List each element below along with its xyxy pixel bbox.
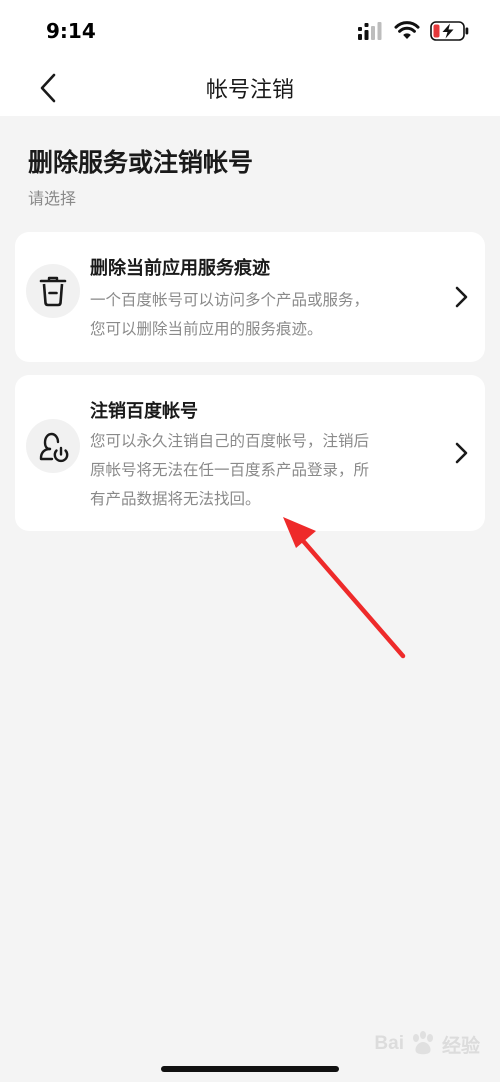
icon-circle [26,264,80,318]
wifi-icon [394,21,420,39]
nav-bar: 帐号注销 [0,60,500,116]
section-subtitle: 请选择 [28,189,77,208]
paw-icon [412,1031,433,1055]
battery-charging-icon [430,21,469,41]
cellular-signal-icon [358,22,382,40]
delete-service-traces-option[interactable]: 删除当前应用服务痕迹 一个百度帐号可以访问多个产品或服务，您可以删除当前应用的服… [15,232,485,362]
section-heading: 删除服务或注销帐号 [28,148,254,177]
chevron-right-icon [455,442,468,464]
status-time: 9:14 [46,19,96,43]
trash-icon [39,276,67,307]
baidu-jingyan-watermark: Bai 经验 [374,1024,480,1064]
status-bar: 9:14 [0,0,500,60]
icon-circle [26,419,80,473]
watermark-text-right: 经验 [441,1035,480,1057]
home-indicator[interactable] [161,1066,339,1072]
watermark-text-left: Bai [374,1033,404,1054]
option-title: 注销百度帐号 [90,401,198,422]
option-description: 您可以永久注销自己的百度帐号，注销后原帐号将无法在任一百度系产品登录，所有产品数… [90,432,370,508]
option-title: 删除当前应用服务痕迹 [90,258,270,279]
user-power-icon [39,432,69,463]
page-title: 帐号注销 [205,78,294,103]
close-account-option[interactable]: 注销百度帐号 您可以永久注销自己的百度帐号，注销后原帐号将无法在任一百度系产品登… [15,375,485,531]
option-description: 一个百度帐号可以访问多个产品或服务，您可以删除当前应用的服务痕迹。 [90,291,370,338]
chevron-right-icon [455,286,468,308]
